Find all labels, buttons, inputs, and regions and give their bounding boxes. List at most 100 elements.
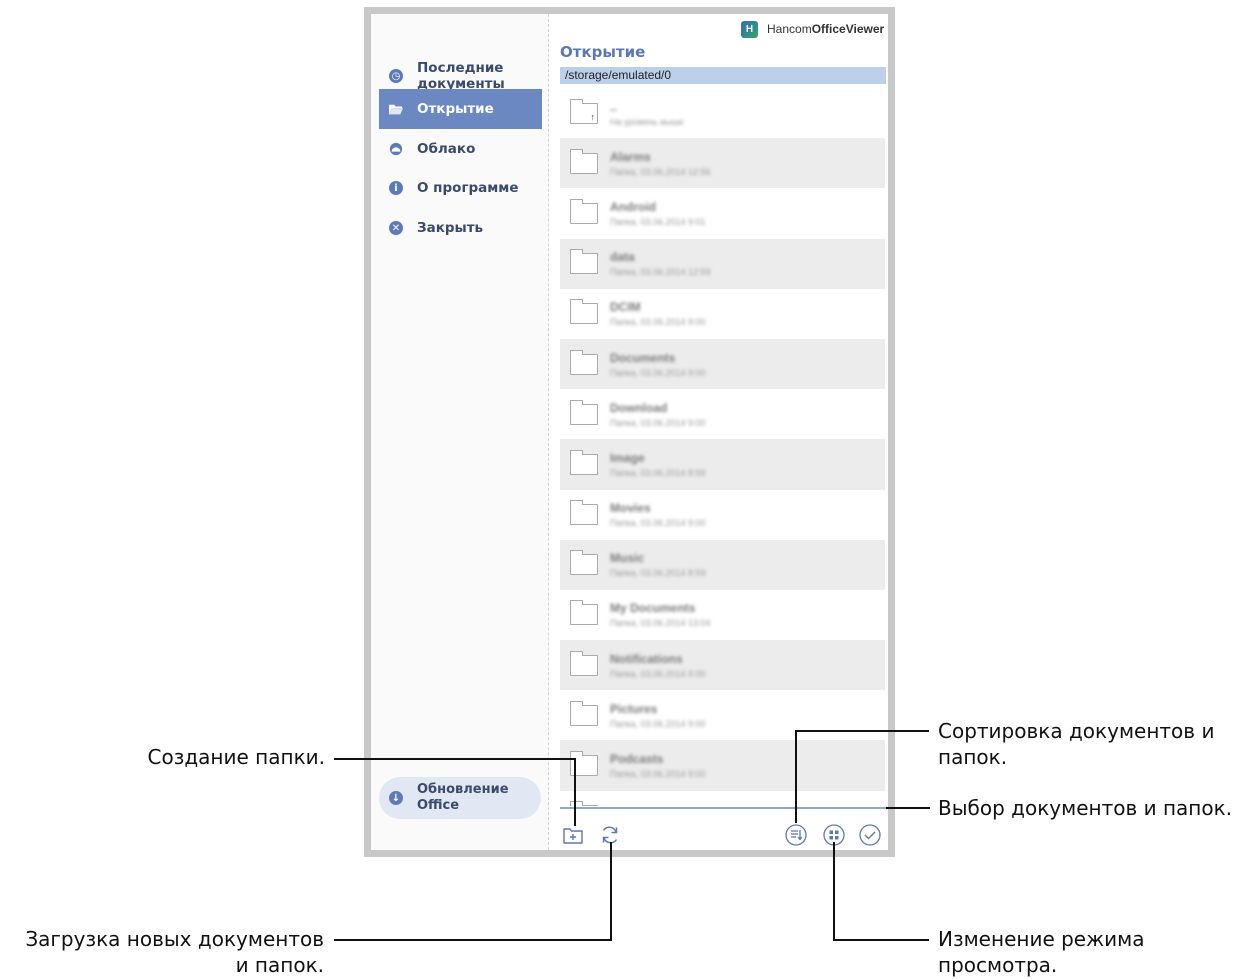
file-name: .. — [610, 99, 617, 114]
leader-line — [574, 758, 576, 826]
file-row[interactable]: Documents Папка, 03.06.2014 9:00 — [560, 338, 885, 390]
close-icon: ✕ — [389, 221, 403, 235]
file-row[interactable]: data Папка, 03.06.2014 12:59 — [560, 238, 885, 289]
app-brand: H Hancom OfficeViewer — [741, 20, 884, 38]
folder-icon — [570, 550, 598, 576]
folder-icon — [570, 500, 598, 526]
folder-up-icon: ↑ — [570, 98, 598, 124]
file-meta: Папка, 03.06.2014 8:59 — [610, 467, 706, 478]
file-text: Podcasts Папка, 03.06.2014 9:00 — [610, 752, 706, 779]
cloud-icon — [389, 142, 403, 156]
sidebar-item-label: О программе — [417, 180, 519, 196]
folder-icon — [570, 700, 598, 726]
sidebar-item-label: Закрыть — [417, 220, 484, 236]
hancom-logo-icon: H — [741, 20, 758, 38]
checkmark-icon — [859, 824, 881, 846]
file-text: Download Папка, 03.06.2014 9:00 — [610, 401, 706, 428]
sort-button[interactable] — [785, 824, 807, 846]
file-name: Android — [610, 199, 656, 214]
file-row[interactable]: Download Папка, 03.06.2014 9:00 — [560, 389, 885, 439]
file-name: Podcasts — [610, 752, 664, 767]
sidebar: ◷ Последние документы Открытие Облако i … — [371, 14, 549, 850]
folder-icon — [570, 349, 598, 375]
file-name: Alarms — [610, 149, 651, 164]
file-name: DCIM — [610, 300, 641, 315]
file-name: Pictures — [610, 701, 658, 716]
file-text: Alarms Папка, 03.06.2014 12:56 — [610, 150, 711, 177]
leader-line — [610, 842, 612, 941]
update-office-label: Обновление Office — [417, 782, 509, 813]
file-meta: Папка, 03.06.2014 9:00 — [610, 668, 706, 679]
file-row[interactable]: Movies Папка, 03.06.2014 9:00 — [560, 490, 885, 540]
file-row[interactable]: Alarms Папка, 03.06.2014 12:56 — [560, 138, 885, 189]
app-window: ◷ Последние документы Открытие Облако i … — [371, 14, 888, 850]
file-name: My Documents — [610, 601, 696, 616]
sidebar-item-open[interactable]: Открытие — [379, 89, 542, 129]
file-text: Pictures Папка, 03.06.2014 9:00 — [610, 702, 706, 729]
sort-icon — [785, 824, 807, 846]
leader-line — [795, 730, 929, 732]
file-meta: Папка, 03.06.2014 9:00 — [610, 317, 706, 328]
file-name: data — [610, 250, 635, 265]
folder-icon — [570, 650, 598, 676]
file-text: Movies Папка, 03.06.2014 9:00 — [610, 501, 706, 528]
file-name: Music — [610, 551, 645, 566]
file-row[interactable]: Notifications Папка, 03.06.2014 9:00 — [560, 640, 885, 691]
file-meta: На уровень выше — [610, 116, 684, 127]
file-row[interactable]: Pictures Папка, 03.06.2014 9:00 — [560, 690, 885, 740]
brand-name: OfficeViewer — [811, 22, 885, 36]
sidebar-item-cloud[interactable]: Облако — [379, 129, 542, 169]
file-meta: Папка, 03.06.2014 9:00 — [610, 718, 706, 729]
file-row[interactable]: Podcasts Папка, 03.06.2014 9:00 — [560, 740, 885, 791]
file-row[interactable]: Android Папка, 03.06.2014 9:01 — [560, 188, 885, 238]
callout-sort: Сортировка документов и папок. — [938, 719, 1215, 769]
file-text: Music Папка, 03.06.2014 8:59 — [610, 551, 706, 578]
folder-icon — [570, 198, 598, 224]
update-office-button[interactable]: ↓ Обновление Office — [379, 777, 541, 819]
parent-folder-row[interactable]: ↑.. На уровень выше — [560, 88, 885, 138]
file-meta: Папка, 03.06.2014 12:56 — [610, 166, 711, 177]
sidebar-item-about[interactable]: i О программе — [379, 168, 542, 208]
file-text: Notifications Папка, 03.06.2014 9:00 — [610, 652, 706, 679]
file-row[interactable]: Music Папка, 03.06.2014 8:59 — [560, 539, 885, 590]
brand-prefix: Hancom — [767, 22, 812, 36]
file-text: data Папка, 03.06.2014 12:59 — [610, 250, 711, 277]
leader-line — [334, 939, 612, 941]
callout-refresh: Загрузка новых документов и папок. — [25, 927, 324, 977]
leader-line — [334, 758, 576, 760]
file-name: Movies — [610, 501, 651, 516]
folder-icon — [570, 299, 598, 325]
folder-open-icon — [389, 102, 403, 116]
folder-icon — [570, 449, 598, 475]
file-row[interactable]: My Documents Папка, 03.06.2014 13:04 — [560, 590, 885, 640]
file-row[interactable]: Ringtones — [560, 791, 885, 806]
folder-icon — [570, 148, 598, 174]
file-meta: Папка, 03.06.2014 9:00 — [610, 769, 706, 780]
info-icon: i — [389, 181, 403, 195]
file-text: My Documents Папка, 03.06.2014 13:04 — [610, 601, 711, 628]
file-text: Android Папка, 03.06.2014 9:01 — [610, 200, 706, 227]
file-meta: Папка, 03.06.2014 13:04 — [610, 618, 711, 629]
download-icon: ↓ — [389, 791, 403, 805]
file-text: DCIM Папка, 03.06.2014 9:00 — [610, 300, 706, 327]
file-meta: Папка, 03.06.2014 9:00 — [610, 367, 706, 378]
file-name: Documents — [610, 350, 676, 365]
folder-add-icon — [563, 828, 583, 844]
callout-select: Выбор документов и папок. — [938, 796, 1233, 820]
file-meta: Папка, 03.06.2014 9:01 — [610, 216, 706, 227]
sidebar-item-label: Открытие — [417, 101, 494, 117]
file-text: Documents Папка, 03.06.2014 9:00 — [610, 351, 706, 378]
sidebar-item-close[interactable]: ✕ Закрыть — [379, 208, 542, 248]
file-meta: Папка, 03.06.2014 12:59 — [610, 267, 711, 278]
file-name: Notifications — [610, 651, 683, 666]
create-folder-button[interactable] — [562, 824, 584, 846]
path-breadcrumb: /storage/emulated/0 — [560, 67, 886, 84]
folder-icon — [570, 249, 598, 275]
file-row[interactable]: Image Папка, 03.06.2014 8:59 — [560, 439, 885, 490]
file-text: .. На уровень выше — [610, 100, 684, 127]
select-button[interactable] — [859, 824, 881, 846]
file-row[interactable]: DCIM Папка, 03.06.2014 9:00 — [560, 289, 885, 339]
folder-icon — [570, 600, 598, 626]
file-list: ↑.. На уровень выше Alarms Папка, 03.06.201… — [560, 88, 885, 806]
callout-view-mode: Изменение режима просмотра. — [938, 927, 1145, 977]
